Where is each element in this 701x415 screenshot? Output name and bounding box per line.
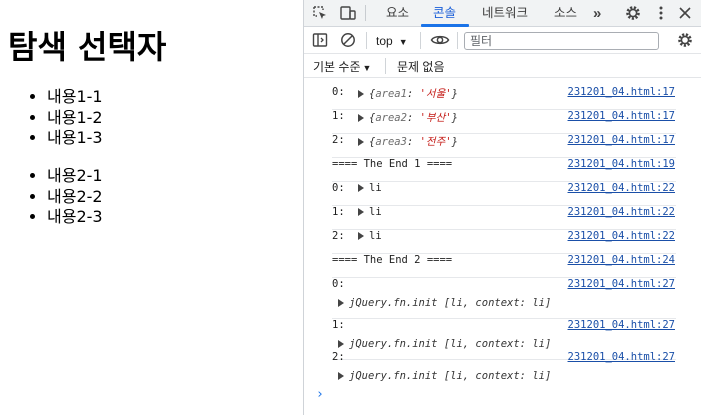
console-message: 0: jQuery.fn.init [li, context: li] 2312… xyxy=(332,278,676,319)
message-index: 2: xyxy=(332,230,351,242)
console-message: 1: li 231201_04.html:22 xyxy=(332,206,676,230)
sidebar-toggle-icon[interactable] xyxy=(311,31,329,49)
log-levels-dropdown[interactable]: 기본 수준 ▼ xyxy=(313,58,371,75)
toolbar-divider xyxy=(366,32,367,49)
source-link[interactable]: 231201_04.html:27 xyxy=(568,351,675,363)
object-preview[interactable]: li xyxy=(358,206,382,218)
object-preview[interactable]: {area2: '부산'} xyxy=(358,110,458,125)
expand-triangle-icon[interactable] xyxy=(338,340,344,348)
list-item: 내용2-1 xyxy=(47,166,103,187)
rendered-page: 탐색 선택자 내용1-1 내용1-2 내용1-3 내용2-1 내용2-2 내용2… xyxy=(0,0,303,415)
settings-gear-icon[interactable] xyxy=(624,4,642,22)
more-options-icon[interactable] xyxy=(652,4,670,22)
list-item: 내용1-1 xyxy=(47,87,103,108)
source-link[interactable]: 231201_04.html:24 xyxy=(568,254,675,266)
message-index: 0: xyxy=(332,182,351,194)
live-expression-eye-icon[interactable] xyxy=(430,31,450,49)
console-message: 2: jQuery.fn.init [li, context: li] 2312… xyxy=(332,351,676,387)
list-2: 내용2-1 내용2-2 내용2-3 xyxy=(47,166,103,228)
list-1: 내용1-1 내용1-2 내용1-3 xyxy=(47,87,103,149)
object-preview[interactable]: jQuery.fn.init [li, context: li] xyxy=(338,338,551,350)
devtools-panel: 요소 콘솔 네트워크 소스 » top ▼ 필터 기본 수준 ▼ 문제 없음 0… xyxy=(303,0,701,415)
close-icon[interactable] xyxy=(676,4,694,22)
source-link[interactable]: 231201_04.html:22 xyxy=(568,182,675,194)
toolbar-divider xyxy=(420,32,421,49)
message-index: 1: xyxy=(332,206,351,218)
page-title: 탐색 선택자 xyxy=(8,28,167,66)
message-index: 2: xyxy=(332,134,351,146)
expand-triangle-icon[interactable] xyxy=(358,114,364,122)
expand-triangle-icon[interactable] xyxy=(358,184,364,192)
console-output: 0: {area1: '서울'} 231201_04.html:17 1: {a… xyxy=(304,78,701,415)
chevron-down-icon: ▼ xyxy=(398,37,408,47)
object-preview[interactable]: {area3: '전주'} xyxy=(358,134,458,149)
list-item: 내용1-3 xyxy=(47,128,103,149)
message-index: 1: xyxy=(332,319,345,331)
context-selector[interactable]: top ▼ xyxy=(376,33,408,49)
device-toolbar-icon[interactable] xyxy=(339,4,357,22)
source-link[interactable]: 231201_04.html:27 xyxy=(568,278,675,290)
object-preview[interactable]: li xyxy=(358,230,382,242)
issues-button[interactable]: 문제 없음 xyxy=(397,58,445,75)
expand-triangle-icon[interactable] xyxy=(338,299,344,307)
console-message: ==== The End 2 ==== 231201_04.html:24 xyxy=(332,254,676,278)
list-item: 내용2-2 xyxy=(47,187,103,208)
expand-triangle-icon[interactable] xyxy=(358,90,364,98)
message-index: 0: xyxy=(332,278,345,290)
source-link[interactable]: 231201_04.html:27 xyxy=(568,319,675,331)
console-levels-bar: 기본 수준 ▼ 문제 없음 xyxy=(304,54,701,78)
context-value: top xyxy=(376,34,393,48)
console-message: 2: {area3: '전주'} 231201_04.html:17 xyxy=(332,134,676,158)
object-preview[interactable]: jQuery.fn.init [li, context: li] xyxy=(338,370,551,382)
console-message: 0: li 231201_04.html:22 xyxy=(332,182,676,206)
object-preview[interactable]: jQuery.fn.init [li, context: li] xyxy=(338,297,551,309)
console-message: 2: li 231201_04.html:22 xyxy=(332,230,676,254)
console-message: ==== The End 1 ==== 231201_04.html:19 xyxy=(332,158,676,182)
message-text: ==== The End 1 ==== xyxy=(332,158,453,170)
expand-triangle-icon[interactable] xyxy=(338,372,344,380)
toolbar-divider xyxy=(457,32,458,49)
expand-triangle-icon[interactable] xyxy=(358,208,364,216)
message-index: 2: xyxy=(332,351,345,363)
clear-console-icon[interactable] xyxy=(339,31,357,49)
source-link[interactable]: 231201_04.html:22 xyxy=(568,230,675,242)
inspect-element-icon[interactable] xyxy=(311,4,329,22)
toolbar-divider xyxy=(385,58,386,74)
tab-elements[interactable]: 요소 xyxy=(386,0,409,27)
chevron-down-icon: ▼ xyxy=(362,63,372,73)
console-message: 0: {area1: '서울'} 231201_04.html:17 xyxy=(332,86,676,110)
source-link[interactable]: 231201_04.html:17 xyxy=(568,134,675,146)
list-item: 내용2-3 xyxy=(47,207,103,228)
tab-console[interactable]: 콘솔 xyxy=(433,0,456,27)
source-link[interactable]: 231201_04.html:19 xyxy=(568,158,675,170)
console-settings-gear-icon[interactable] xyxy=(676,31,694,49)
object-preview[interactable]: {area1: '서울'} xyxy=(358,86,458,101)
console-toolbar: top ▼ 필터 xyxy=(304,27,701,54)
message-text: ==== The End 2 ==== xyxy=(332,254,453,266)
source-link[interactable]: 231201_04.html:17 xyxy=(568,110,675,122)
filter-input[interactable]: 필터 xyxy=(464,32,659,50)
source-link[interactable]: 231201_04.html:17 xyxy=(568,86,675,98)
tab-network[interactable]: 네트워크 xyxy=(482,0,528,27)
source-link[interactable]: 231201_04.html:22 xyxy=(568,206,675,218)
expand-triangle-icon[interactable] xyxy=(358,232,364,240)
list-item: 내용1-2 xyxy=(47,108,103,129)
tab-sources[interactable]: 소스 xyxy=(554,0,577,27)
log-levels-label: 기본 수준 xyxy=(313,60,361,74)
console-message: 1: {area2: '부산'} 231201_04.html:17 xyxy=(332,110,676,134)
tabbar-divider xyxy=(365,5,366,21)
expand-triangle-icon[interactable] xyxy=(358,138,364,146)
console-prompt[interactable]: › xyxy=(316,387,324,402)
message-index: 1: xyxy=(332,110,351,122)
object-preview[interactable]: li xyxy=(358,182,382,194)
more-tabs-button[interactable]: » xyxy=(593,0,601,27)
devtools-tabbar: 요소 콘솔 네트워크 소스 » xyxy=(304,0,701,27)
message-index: 0: xyxy=(332,86,351,98)
